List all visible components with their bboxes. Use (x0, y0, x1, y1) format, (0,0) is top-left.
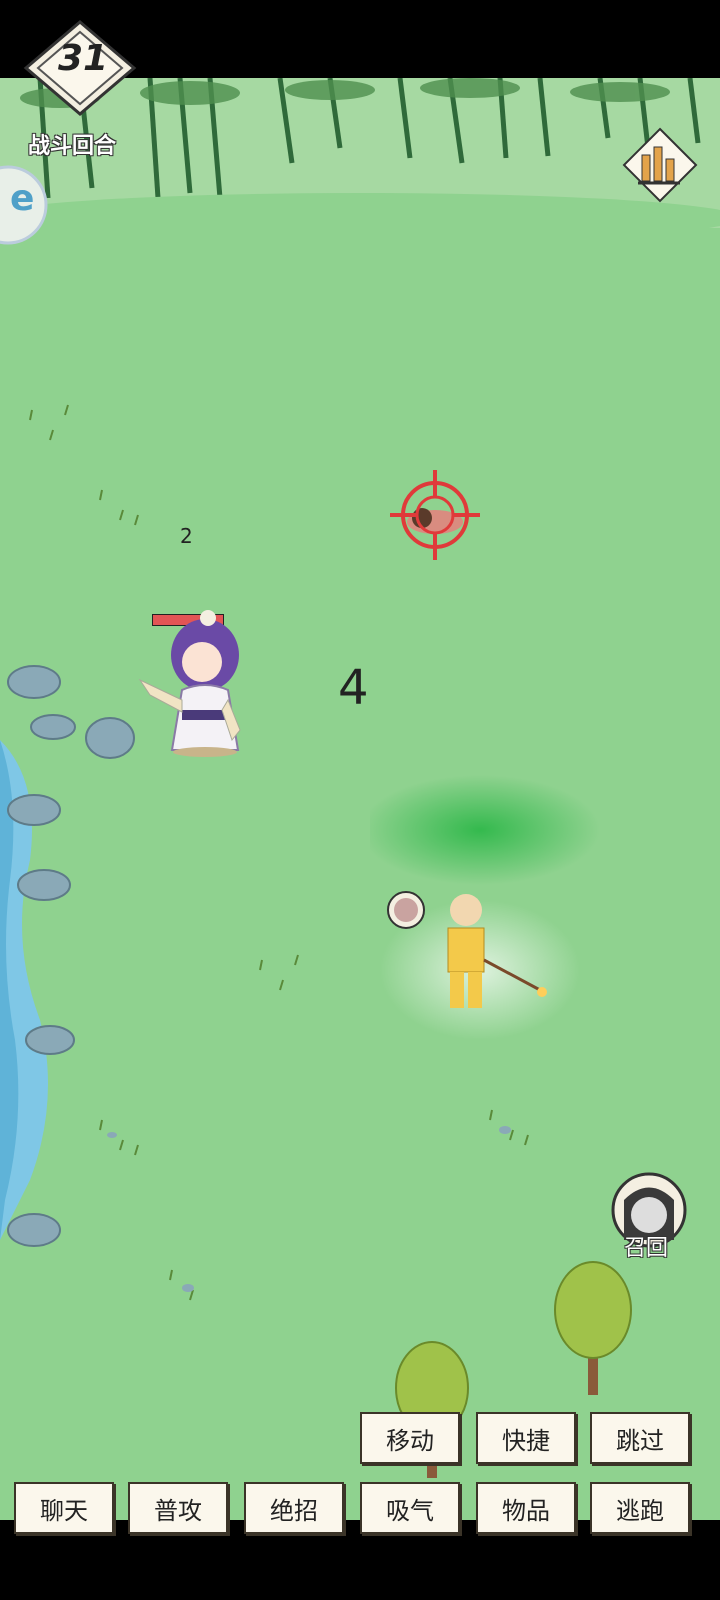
attack-button[interactable]: 普攻 (128, 1482, 228, 1534)
rock (7, 794, 61, 826)
skip-button[interactable]: 跳过 (590, 1412, 690, 1464)
rock (7, 665, 61, 699)
grass-tuft (169, 1269, 194, 1301)
move-button[interactable]: 移动 (360, 1412, 460, 1464)
summon-label: 召回 (624, 1236, 669, 1261)
flee-button[interactable]: 逃跑 (590, 1482, 690, 1534)
shortcut-button[interactable]: 快捷 (476, 1412, 576, 1464)
grass-tuft (99, 489, 139, 526)
center-number: 4 (338, 660, 369, 716)
ultimate-button[interactable]: 绝招 (244, 1482, 344, 1534)
field-count-label: 2 (180, 524, 193, 548)
crosshair-icon[interactable] (390, 470, 480, 560)
round-label: 战斗回合 (28, 134, 117, 159)
rock (25, 1025, 75, 1055)
player-character[interactable] (370, 760, 610, 1060)
grass-tuft (99, 1119, 139, 1156)
rock (7, 1213, 61, 1247)
rock (30, 714, 76, 740)
grass-tuft (489, 1109, 529, 1146)
grass-tuft (29, 404, 69, 441)
round-number: 31 (58, 38, 109, 79)
hero-character[interactable] (120, 600, 260, 770)
breathe-button[interactable]: 吸气 (360, 1482, 460, 1534)
rock (17, 869, 71, 901)
items-button[interactable]: 物品 (476, 1482, 576, 1534)
tree (554, 1261, 632, 1395)
side-tab-button[interactable]: e (0, 160, 48, 250)
chat-button[interactable]: 聊天 (14, 1482, 114, 1534)
side-tab-text: e (10, 178, 35, 219)
grass-tuft (259, 954, 299, 991)
bar-chart-icon[interactable] (620, 125, 700, 205)
